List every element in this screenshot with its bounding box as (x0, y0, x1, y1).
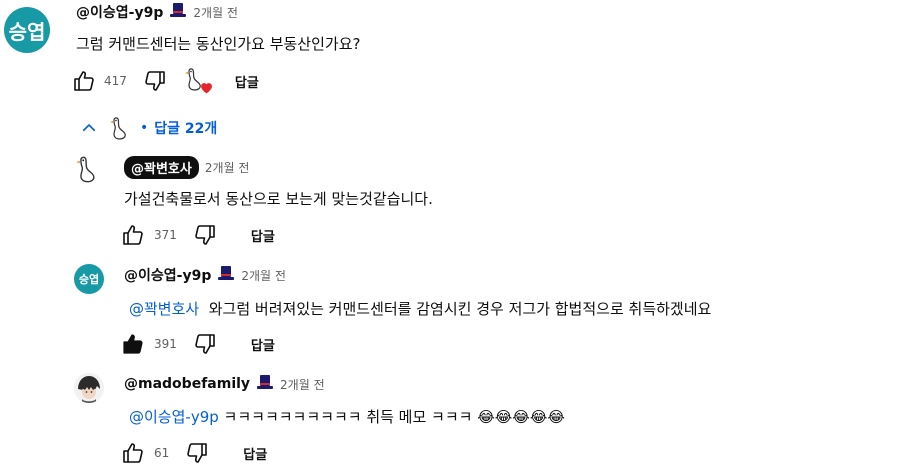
thumbs-down-icon (195, 334, 215, 354)
chevron-up-icon (82, 124, 96, 132)
reply-timestamp[interactable]: 2개월 전 (205, 159, 250, 176)
dislike-button[interactable] (143, 69, 167, 93)
dislike-button[interactable] (185, 441, 209, 465)
reply-actions: 391 답글 (121, 331, 275, 357)
reply-author[interactable]: @madobefamily (124, 376, 250, 392)
replies-toggle-button[interactable]: • 답글 22개 (80, 113, 217, 143)
reply-timestamp[interactable]: 2개월 전 (241, 267, 286, 284)
comment-author[interactable]: @이승엽-y9p (76, 2, 163, 22)
reply-button[interactable]: 답글 (251, 226, 275, 245)
laughing-emoji-group: 😂😂😂😂😂 (477, 408, 565, 426)
reply-text-body: ㅋㅋㅋㅋㅋㅋㅋㅋㅋㅋ 취득 메모 ㅋㅋㅋ (223, 408, 473, 426)
thumbs-down-icon (195, 225, 215, 245)
reply-header: @이승엽-y9p 2개월 전 (124, 265, 286, 285)
like-count: 417 (104, 74, 127, 88)
mention-link[interactable]: @꽉변호사 (129, 300, 199, 318)
reply-text: 가설건축물로서 동산으로 보는게 맞는것같습니다. (124, 190, 433, 208)
reply-avatar[interactable]: 승엽 (74, 264, 104, 294)
replies-count-label[interactable]: 답글 22개 (154, 118, 217, 138)
heart-icon (200, 83, 212, 94)
creator-author-chip[interactable]: @꽉변호사 (124, 155, 199, 179)
reply-button[interactable]: 답글 (235, 72, 259, 91)
thumbs-up-icon (74, 71, 94, 91)
avatar-initials: 승엽 (8, 19, 46, 44)
top-hat-badge-icon (256, 373, 274, 395)
reply-text: @이승엽-y9p ㅋㅋㅋㅋㅋㅋㅋㅋㅋㅋ 취득 메모 ㅋㅋㅋ 😂😂😂😂😂 (129, 406, 565, 427)
thumbs-up-filled-icon (123, 334, 143, 354)
avatar-initials: 승엽 (78, 273, 100, 286)
like-count: 371 (154, 228, 177, 242)
mention-link[interactable]: @이승엽-y9p (129, 408, 219, 426)
reply-author[interactable]: @이승엽-y9p (124, 265, 211, 285)
reply-button[interactable]: 답글 (243, 444, 267, 463)
reply-header: @madobefamily 2개월 전 (124, 374, 325, 394)
like-count: 61 (154, 446, 170, 460)
like-button[interactable] (72, 69, 96, 93)
reply-button[interactable]: 답글 (251, 335, 275, 354)
goose-avatar-icon (110, 117, 126, 140)
commenter-avatar[interactable]: 승엽 (4, 7, 50, 53)
goose-avatar-icon (76, 156, 95, 183)
comment-timestamp[interactable]: 2개월 전 (193, 4, 238, 21)
thumbs-down-icon (145, 71, 165, 91)
creator-heart-badge (183, 66, 213, 96)
like-count: 391 (154, 337, 177, 351)
like-button[interactable] (121, 223, 145, 247)
bullet-separator: • (140, 120, 149, 136)
comment-actions: 417 답글 (72, 68, 259, 94)
reply-actions: 371 답글 (121, 222, 275, 248)
like-button-active[interactable] (121, 332, 145, 356)
like-button[interactable] (121, 441, 145, 465)
comment-text: 그럼 커맨드센터는 동산인가요 부동산인가요? (76, 35, 361, 53)
top-hat-badge-icon (217, 264, 235, 286)
dislike-button[interactable] (193, 332, 217, 356)
reply-header: @꽉변호사 2개월 전 (124, 155, 250, 179)
top-hat-badge-icon (169, 1, 187, 23)
reply-text: @꽉변호사 와그럼 버려져있는 커맨드센터를 감염시킨 경우 저그가 합법적으로… (129, 298, 711, 319)
reply-avatar[interactable] (74, 373, 104, 403)
reply-actions: 61 답글 (121, 440, 267, 466)
comment-header: @이승엽-y9p 2개월 전 (76, 2, 238, 22)
thumbs-up-icon (123, 225, 143, 245)
dislike-button[interactable] (193, 223, 217, 247)
thumbs-down-icon (187, 443, 208, 463)
anime-character-avatar-icon (74, 373, 104, 403)
reply-timestamp[interactable]: 2개월 전 (280, 376, 325, 393)
reply-avatar[interactable] (74, 154, 104, 184)
reply-text-body: 와그럼 버려져있는 커맨드센터를 감염시킨 경우 저그가 합법적으로 취득하겠네… (208, 300, 712, 318)
thumbs-up-icon (123, 443, 143, 463)
